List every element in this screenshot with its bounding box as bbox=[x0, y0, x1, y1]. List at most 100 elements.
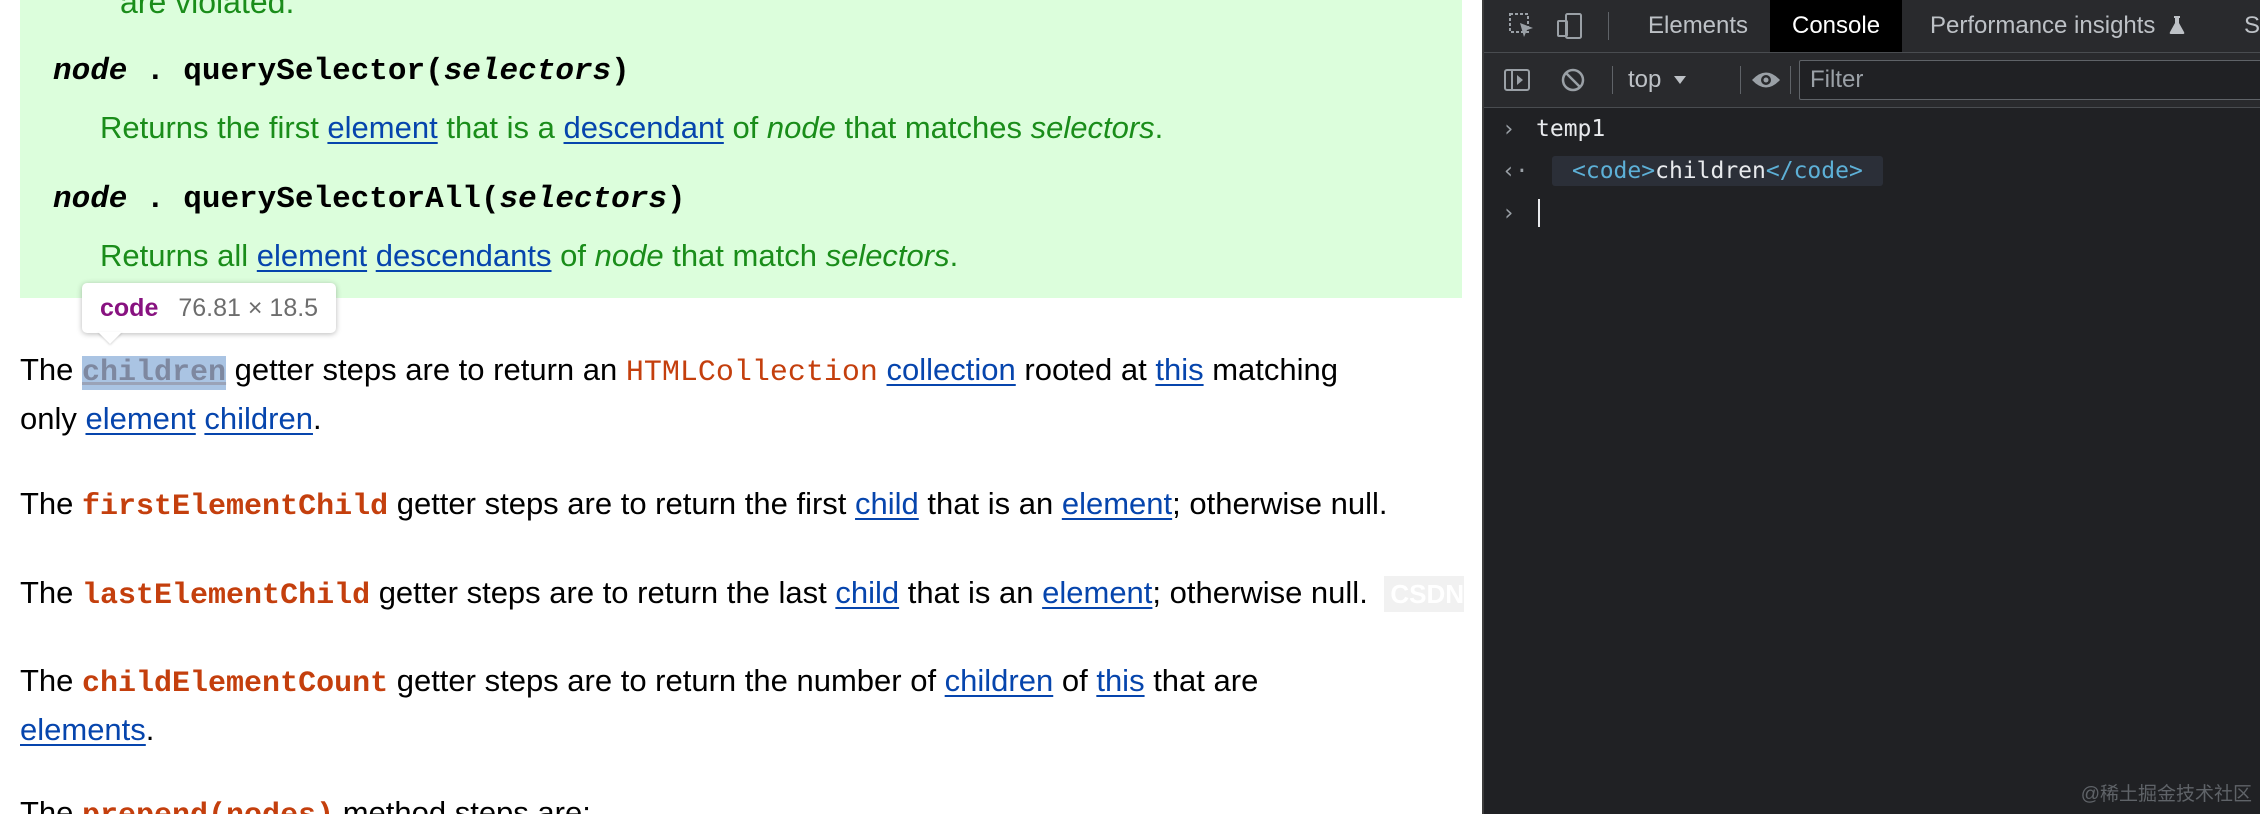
devtools-tab-bar: Elements Console Performance insights S bbox=[1484, 0, 2260, 53]
link-element[interactable]: element bbox=[327, 110, 437, 145]
link-children[interactable]: children bbox=[945, 663, 1054, 698]
qs-desc-var: selectors bbox=[1030, 110, 1155, 145]
link-collection[interactable]: collection bbox=[887, 352, 1016, 387]
qs-close: ) bbox=[611, 54, 630, 89]
tooltip-arrow bbox=[98, 332, 122, 344]
link-children[interactable]: children bbox=[204, 401, 313, 436]
link-child[interactable]: child bbox=[855, 486, 919, 521]
console-input-line: › temp1 bbox=[1484, 108, 2260, 150]
console-filter-input[interactable] bbox=[1799, 60, 2260, 100]
para-text: ; otherwise null. bbox=[1152, 575, 1368, 610]
clear-console-icon[interactable] bbox=[1554, 53, 1592, 107]
child-element-count-definition[interactable]: childElementCount bbox=[82, 667, 388, 701]
inspect-element-icon[interactable] bbox=[1502, 0, 1542, 52]
chevron-down-icon bbox=[1674, 76, 1687, 84]
last-element-child-definition[interactable]: lastElementChild bbox=[82, 579, 370, 613]
link-element[interactable]: element bbox=[1062, 486, 1172, 521]
para-text: that is an bbox=[918, 486, 1062, 521]
return-arrow-icon: ‹· bbox=[1502, 158, 1529, 184]
inspect-element-tooltip: code 76.81 × 18.5 bbox=[82, 283, 337, 333]
note-tail-text: are violated. bbox=[120, 0, 295, 20]
para-text bbox=[878, 352, 887, 387]
para-text: getter steps are to return the last bbox=[370, 575, 836, 610]
experiment-flask-icon bbox=[2169, 16, 2185, 34]
prompt-chevron-icon: › bbox=[1502, 200, 1516, 226]
qs-desc-text: of bbox=[723, 110, 767, 145]
tab-elements[interactable]: Elements bbox=[1626, 0, 1770, 52]
link-descendants[interactable]: descendants bbox=[376, 238, 552, 273]
qsa-desc-var: node bbox=[594, 238, 664, 273]
query-selector-all-description: Returns all element descendants of node … bbox=[100, 238, 958, 274]
para-text: The bbox=[20, 352, 83, 387]
query-selector-signature: node . querySelector(selectors) bbox=[53, 54, 630, 89]
live-expression-eye-icon[interactable] bbox=[1746, 53, 1786, 107]
link-this[interactable]: this bbox=[1096, 663, 1144, 698]
qs-desc-var: node bbox=[766, 110, 836, 145]
query-selector-description: Returns the first element that is a desc… bbox=[100, 110, 1163, 146]
toolbar-divider bbox=[1790, 66, 1791, 94]
para-text: method steps are: bbox=[334, 795, 591, 814]
qsa-desc-text bbox=[367, 238, 376, 273]
qsa-arg: selectors bbox=[499, 182, 667, 217]
para-text: . bbox=[312, 401, 322, 436]
qs-desc-text: that matches bbox=[835, 110, 1031, 145]
qs-desc-text: that is a bbox=[437, 110, 564, 145]
tab-console[interactable]: Console bbox=[1770, 0, 1903, 52]
device-toolbar-icon[interactable] bbox=[1550, 0, 1590, 52]
para-text: getter steps are to return the number of bbox=[388, 663, 945, 698]
para-text: getter steps are to return an bbox=[226, 352, 626, 387]
htmlcollection-reference[interactable]: HTMLCollection bbox=[626, 356, 878, 390]
qsa-desc-text: . bbox=[949, 238, 959, 273]
para-text: ; otherwise null. bbox=[1172, 486, 1388, 521]
qs-method: querySelector( bbox=[183, 54, 444, 89]
paragraph-children: The children getter steps are to return … bbox=[20, 347, 1338, 442]
qs-desc-text: . bbox=[1154, 110, 1164, 145]
para-text: The bbox=[20, 486, 83, 521]
para-text: matching bbox=[1203, 352, 1339, 387]
link-element[interactable]: element bbox=[85, 401, 195, 436]
link-this[interactable]: this bbox=[1155, 352, 1203, 387]
link-elements[interactable]: elements bbox=[20, 712, 146, 747]
html-open-tag: <code> bbox=[1572, 158, 1656, 184]
toolbar-divider bbox=[1740, 66, 1741, 94]
tooltip-dimensions: 76.81 × 18.5 bbox=[178, 293, 319, 322]
qsa-desc-text: of bbox=[551, 238, 595, 273]
para-text: rooted at bbox=[1015, 352, 1156, 387]
paragraph-prepend: The prepend(nodes) method steps are: bbox=[20, 790, 591, 814]
link-element[interactable]: element bbox=[257, 238, 367, 273]
chevron-right-icon: › bbox=[1502, 116, 1516, 142]
para-text: only bbox=[20, 401, 86, 436]
toolbar-divider bbox=[1612, 66, 1613, 94]
console-output: › temp1 ‹· <code>children</code> › bbox=[1484, 108, 2260, 234]
console-prompt-line[interactable]: › bbox=[1484, 192, 2260, 234]
tab-performance-insights[interactable]: Performance insights bbox=[1908, 0, 2208, 52]
para-text: that is an bbox=[899, 575, 1043, 610]
javascript-context-selector[interactable]: top bbox=[1628, 53, 1687, 107]
spec-document: are violated. node . querySelector(selec… bbox=[0, 0, 1482, 814]
html-node-text: children bbox=[1655, 158, 1766, 184]
qs-object: node bbox=[53, 54, 128, 89]
show-sidebar-icon[interactable] bbox=[1498, 53, 1536, 107]
console-toolbar: top bbox=[1484, 53, 2260, 108]
para-text: . bbox=[145, 712, 155, 747]
devtools-panel: Elements Console Performance insights S bbox=[1482, 0, 2260, 814]
html-close-tag: </code> bbox=[1765, 158, 1863, 184]
children-definition-highlighted[interactable]: children bbox=[82, 356, 227, 390]
prepend-definition[interactable]: prepend(nodes) bbox=[82, 799, 334, 814]
first-element-child-definition[interactable]: firstElementChild bbox=[82, 490, 388, 524]
query-selector-all-signature: node . querySelectorAll(selectors) bbox=[53, 182, 686, 217]
link-descendant[interactable]: descendant bbox=[564, 110, 724, 145]
link-child[interactable]: child bbox=[835, 575, 899, 610]
qsa-desc-text: Returns all bbox=[100, 238, 257, 273]
tab-more-truncated[interactable]: S bbox=[2234, 0, 2260, 52]
console-result-node[interactable]: <code>children</code> bbox=[1552, 156, 1883, 186]
paragraph-first-element-child: The firstElementChild getter steps are t… bbox=[20, 481, 1388, 530]
console-command: temp1 bbox=[1536, 116, 1606, 142]
qsa-desc-text: that match bbox=[663, 238, 826, 273]
context-value: top bbox=[1628, 66, 1662, 93]
para-text: The bbox=[20, 575, 83, 610]
para-text: The bbox=[20, 795, 83, 814]
console-result-line: ‹· <code>children</code> bbox=[1484, 150, 2260, 192]
link-element[interactable]: element bbox=[1042, 575, 1152, 610]
watermark-text: @稀土掘金技术社区 bbox=[2080, 784, 2252, 805]
